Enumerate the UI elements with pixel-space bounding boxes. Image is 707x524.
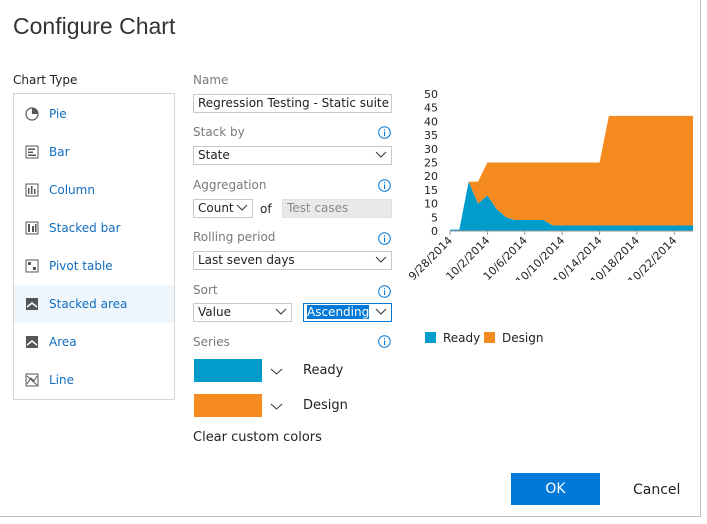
configure-chart-dialog: Configure Chart Chart Type Pie Bar Colum… [0, 0, 701, 517]
y-tick-label: 5 [431, 211, 438, 224]
aggregation-select[interactable]: Count [193, 199, 253, 218]
y-tick-label: 20 [424, 170, 438, 183]
chart-preview: 051015202530354045509/28/201410/2/201410… [406, 88, 693, 280]
chevron-down-icon [275, 308, 287, 315]
info-icon[interactable] [378, 126, 391, 139]
chart-type-list: Pie Bar Column Stacked bar Pivot table S… [13, 93, 175, 400]
aggregation-target-field: Test cases [282, 199, 392, 218]
name-label: Name [193, 73, 229, 87]
legend-swatch-design [484, 332, 495, 343]
info-icon[interactable] [378, 335, 391, 348]
chart-type-label: Column [49, 183, 95, 197]
y-tick-label: 0 [431, 225, 438, 238]
pie-chart-icon [25, 107, 39, 121]
y-tick-label: 45 [424, 102, 438, 115]
chart-type-label: Pivot table [49, 259, 113, 273]
chart-type-label: Pie [49, 107, 67, 121]
chevron-down-icon [375, 256, 387, 263]
chart-type-label: Bar [49, 145, 70, 159]
legend-swatch-ready [425, 332, 436, 343]
y-tick-label: 40 [424, 115, 438, 128]
pivot-table-icon [25, 259, 39, 273]
of-label: of [260, 202, 272, 216]
chevron-down-icon[interactable] [270, 367, 283, 377]
stacked-bar-icon [25, 221, 39, 235]
series-name-ready: Ready [303, 363, 344, 378]
stack-by-select[interactable]: State [193, 146, 392, 165]
y-tick-label: 35 [424, 129, 438, 142]
chart-type-label: Area [49, 335, 77, 349]
chart-type-label: Line [49, 373, 75, 387]
chart-type-column[interactable]: Column [14, 171, 174, 209]
name-input[interactable]: Regression Testing - Static suite - Ch [193, 94, 392, 113]
stack-by-label: Stack by [193, 125, 245, 139]
area-chart-icon [26, 336, 38, 348]
ok-button[interactable]: OK [511, 473, 600, 505]
line-chart-icon [25, 373, 39, 387]
column-chart-icon [25, 183, 39, 197]
legend-label-ready: Ready [443, 331, 481, 345]
sort-order-value: Ascending [307, 305, 370, 319]
rolling-period-value: Last seven days [198, 253, 295, 267]
chart-type-line[interactable]: Line [14, 361, 174, 399]
y-tick-label: 15 [424, 184, 438, 197]
chart-type-pie[interactable]: Pie [14, 95, 174, 133]
series-color-ready[interactable] [194, 359, 262, 382]
rolling-period-select[interactable]: Last seven days [193, 251, 392, 270]
legend-label-design: Design [502, 331, 544, 345]
chart-type-bar[interactable]: Bar [14, 133, 174, 171]
chart-type-label: Stacked bar [49, 221, 121, 235]
info-icon[interactable] [378, 285, 391, 298]
y-tick-label: 10 [424, 198, 438, 211]
chart-type-area[interactable]: Area [14, 323, 174, 361]
bar-chart-icon [25, 145, 39, 159]
info-icon[interactable] [378, 179, 391, 192]
stacked-area-icon [26, 298, 38, 310]
dialog-title: Configure Chart [13, 13, 176, 39]
chart-type-heading: Chart Type [13, 73, 78, 87]
chart-type-label: Stacked area [49, 297, 128, 311]
clear-custom-colors-link[interactable]: Clear custom colors [193, 430, 322, 445]
series-color-design[interactable] [194, 394, 262, 417]
y-tick-label: 50 [424, 88, 438, 101]
chevron-down-icon [375, 308, 387, 315]
series-label: Series [193, 335, 230, 349]
chart-type-pivot-table[interactable]: Pivot table [14, 247, 174, 285]
sort-by-select[interactable]: Value [193, 303, 292, 322]
chart-type-stacked-area[interactable]: Stacked area [14, 285, 174, 323]
info-icon[interactable] [378, 232, 391, 245]
y-tick-label: 25 [424, 157, 438, 170]
sort-order-select[interactable]: Ascending [303, 303, 392, 322]
chevron-down-icon [236, 204, 248, 211]
series-name-design: Design [303, 398, 348, 413]
chart-type-stacked-bar[interactable]: Stacked bar [14, 209, 174, 247]
chevron-down-icon[interactable] [270, 402, 283, 412]
chevron-down-icon [375, 151, 387, 158]
aggregation-label: Aggregation [193, 178, 267, 192]
y-tick-label: 30 [424, 143, 438, 156]
sort-by-value: Value [198, 305, 231, 319]
stack-by-value: State [198, 148, 230, 162]
sort-label: Sort [193, 283, 218, 297]
aggregation-value: Count [198, 201, 234, 215]
rolling-period-label: Rolling period [193, 230, 276, 244]
cancel-button[interactable]: Cancel [633, 482, 680, 498]
